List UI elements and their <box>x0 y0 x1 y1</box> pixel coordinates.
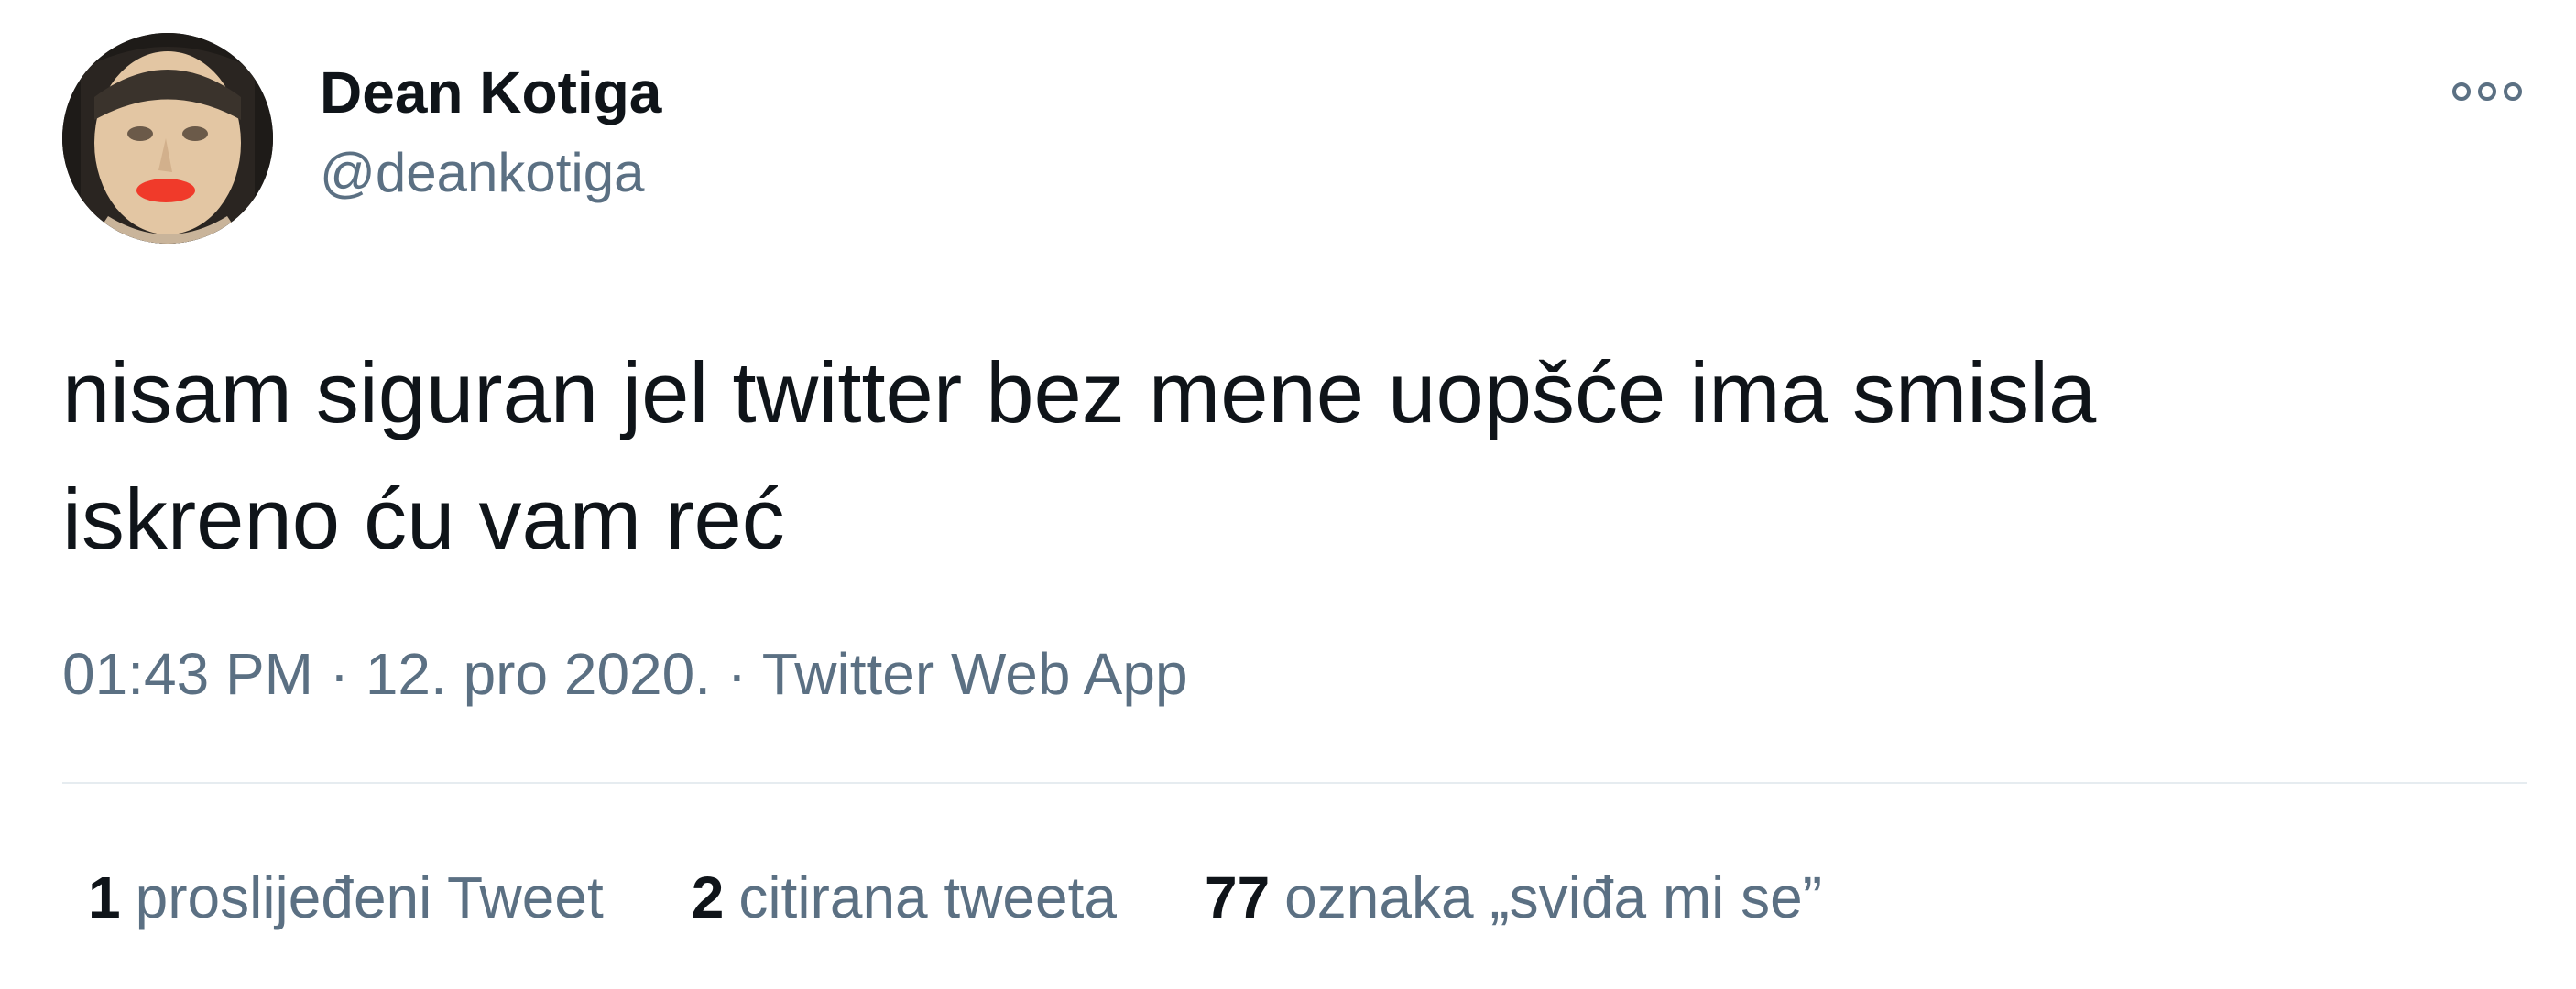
tweet-text: nisam siguran jel twitter bez mene uopšć… <box>62 330 2517 582</box>
tweet-meta: 01:43 PM · 12. pro 2020. · Twitter Web A… <box>62 637 1188 711</box>
tweet-source-link[interactable]: Twitter Web App <box>762 641 1188 707</box>
profile-photo-icon <box>62 33 273 244</box>
meta-separator: · <box>329 641 366 707</box>
tweet-stats: 1 proslijeđeni Tweet 2 citirana tweeta 7… <box>88 861 1910 934</box>
likes-label: oznaka „sviđa mi se” <box>1284 864 1823 930</box>
likes-count: 77 <box>1204 864 1271 930</box>
retweets-stat[interactable]: 1 proslijeđeni Tweet <box>88 861 604 934</box>
tweet-time[interactable]: 01:43 PM <box>62 641 313 707</box>
tweet-text-line: nisam siguran jel twitter bez mene uopšć… <box>62 344 2097 440</box>
divider <box>62 782 2527 784</box>
quote-tweets-count: 2 <box>691 864 725 930</box>
tweet-date[interactable]: 12. pro 2020. <box>366 641 711 707</box>
tweet-text-line: iskreno ću vam reć <box>62 471 785 567</box>
quote-tweets-label: citirana tweeta <box>738 864 1117 930</box>
quote-tweets-stat[interactable]: 2 citirana tweeta <box>692 861 1117 934</box>
user-handle[interactable]: @deankotiga <box>320 139 645 207</box>
meta-separator: · <box>726 641 762 707</box>
display-name[interactable]: Dean Kotiga <box>320 57 661 128</box>
avatar[interactable] <box>62 33 273 244</box>
more-options-button[interactable] <box>2437 64 2538 119</box>
retweets-label: proslijeđeni Tweet <box>135 864 604 930</box>
likes-stat[interactable]: 77 oznaka „sviđa mi se” <box>1205 861 1822 934</box>
more-options-icon <box>2452 82 2522 101</box>
retweets-count: 1 <box>88 864 121 930</box>
tweet-card: Dean Kotiga @deankotiga nisam siguran je… <box>0 0 2576 989</box>
